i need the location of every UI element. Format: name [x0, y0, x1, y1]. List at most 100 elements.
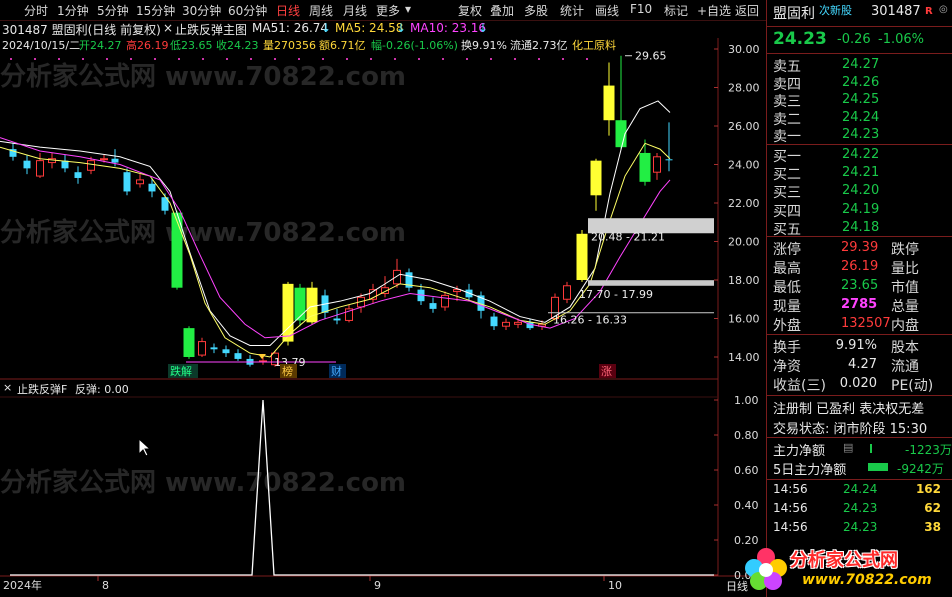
- flow-main-label: 主力净额: [773, 444, 826, 459]
- info-industry[interactable]: 化工原料: [572, 37, 616, 53]
- time-axis-label: 2024年: [3, 578, 42, 592]
- price-axis-label: 14.00: [728, 351, 760, 364]
- candle-body: [222, 349, 230, 354]
- time-axis-label: 10: [608, 579, 622, 592]
- chevron-down-icon[interactable]: ◎: [939, 4, 948, 15]
- stat2-value: 9.91%: [835, 338, 877, 353]
- period-dot: [586, 58, 588, 60]
- period-dot: [466, 58, 468, 60]
- close-icon[interactable]: ×: [163, 21, 173, 35]
- period-dot: [442, 58, 444, 60]
- period-dot: [130, 58, 132, 60]
- period-dot: [562, 58, 564, 60]
- sub-axis-label: 1.00: [734, 394, 759, 407]
- candle-body: [294, 287, 306, 321]
- tick-volume: 38: [924, 520, 941, 534]
- candle-body: [210, 347, 218, 350]
- stat-value: 2785: [841, 297, 878, 312]
- bid-label: 买一: [773, 149, 801, 165]
- candle-body: [393, 269, 401, 285]
- support-zone: [588, 280, 714, 286]
- candle-body: [441, 294, 449, 308]
- info-low: 低23.65: [170, 39, 213, 52]
- price-axis-label: 16.00: [728, 313, 760, 326]
- zone1-label: 20.48 - 21.21: [591, 230, 665, 243]
- logo-title: 分析家公式网: [790, 550, 898, 571]
- tick-price: 24.24: [843, 482, 878, 496]
- candle-body: [333, 318, 341, 321]
- logo-url: www.70822.com: [802, 572, 932, 588]
- candle-body: [502, 321, 510, 327]
- period-dot: [274, 58, 276, 60]
- ask-price: 24.27: [842, 57, 880, 72]
- trade-status: 交易状态: 闭市阶段 15:30: [773, 422, 928, 437]
- bid-price: 24.20: [842, 183, 880, 199]
- arrow-down-icon: ↓: [478, 21, 489, 35]
- ask-price: 24.25: [842, 92, 880, 108]
- stock-code: 301487: [871, 4, 921, 19]
- ohlc-info: 2024/10/15/二 开24.27 高26.19 低23.65 收24.23…: [0, 37, 766, 53]
- tag-cai: 财: [331, 364, 342, 378]
- period-dot: [538, 58, 540, 60]
- candle-body: [136, 179, 144, 185]
- stat2-label-right: PE(动): [891, 378, 934, 394]
- candle-body: [148, 183, 156, 192]
- stat-label-right: 总量: [891, 299, 919, 315]
- candle-body: [183, 328, 195, 357]
- sub-axis-label: 0.80: [734, 429, 759, 442]
- formula-name[interactable]: 止跌反弹主图: [175, 21, 247, 38]
- stat-label-right: 跌停: [891, 242, 919, 258]
- price-pct: -1.06%: [878, 32, 924, 47]
- stat2-label-right: 股本: [891, 340, 919, 356]
- stat-label-right: 市值: [891, 280, 919, 296]
- bid-price: 24.21: [842, 165, 880, 181]
- info-turnover: 换9.91%: [461, 39, 507, 52]
- period-dot: [298, 58, 300, 60]
- stock-tag: 次新股: [819, 4, 852, 17]
- period-dot: [82, 58, 84, 60]
- candle-body: [563, 285, 571, 300]
- price-axis-label: 20.00: [728, 236, 760, 249]
- tick-time: 14:56: [773, 482, 808, 496]
- candle-body: [490, 316, 498, 327]
- period-dot: [202, 58, 204, 60]
- candle-body: [234, 353, 242, 359]
- period-dot: [418, 58, 420, 60]
- stat-value: 23.65: [841, 278, 879, 293]
- candle-body: [429, 303, 437, 309]
- list-icon[interactable]: ▤: [843, 441, 853, 454]
- period-dot: [514, 58, 516, 60]
- current-price: 24.23: [773, 29, 827, 49]
- bid-label: 买二: [773, 167, 801, 184]
- stat-label: 现量: [773, 299, 801, 315]
- tag-diejie: 跌解: [170, 364, 192, 378]
- ma51-value: MA51: 26.74: [252, 21, 329, 35]
- stat2-value: 0.020: [839, 376, 877, 391]
- stat2-label: 收益(三): [773, 378, 826, 394]
- info-volume: 量270356: [263, 39, 316, 52]
- candle-body: [639, 152, 651, 182]
- period-dot: [322, 58, 324, 60]
- info-change: 幅-0.26(-1.06%): [371, 39, 458, 52]
- candle-body: [123, 172, 131, 192]
- period-dot: [346, 58, 348, 60]
- period-dot: [106, 58, 108, 60]
- arrow-down-icon: ↓: [396, 21, 407, 35]
- kline-chart[interactable]: 30.0028.0026.0024.0022.0020.0018.0016.00…: [0, 0, 766, 597]
- info-date: 2024/10/15/二: [2, 39, 81, 52]
- period-dot: [58, 58, 60, 60]
- stat-label: 涨停: [773, 242, 801, 258]
- site-logo: 分析家公式网 www.70822.com: [742, 544, 950, 594]
- sub-axis-label: 0.60: [734, 464, 759, 477]
- subchart-title[interactable]: 止跌反弹F: [17, 381, 67, 397]
- bid-price: 24.22: [842, 147, 880, 162]
- close-icon[interactable]: ×: [3, 381, 12, 394]
- price-axis-label: 26.00: [728, 120, 760, 133]
- ma10-value: MA10: 23.16: [410, 21, 487, 35]
- candle-body: [23, 160, 31, 169]
- candle-body: [653, 156, 661, 173]
- candle-body: [198, 341, 206, 356]
- flow-main-value: -1223万: [905, 443, 952, 457]
- price-axis-label: 24.00: [728, 159, 760, 172]
- price-axis-label: 22.00: [728, 197, 760, 210]
